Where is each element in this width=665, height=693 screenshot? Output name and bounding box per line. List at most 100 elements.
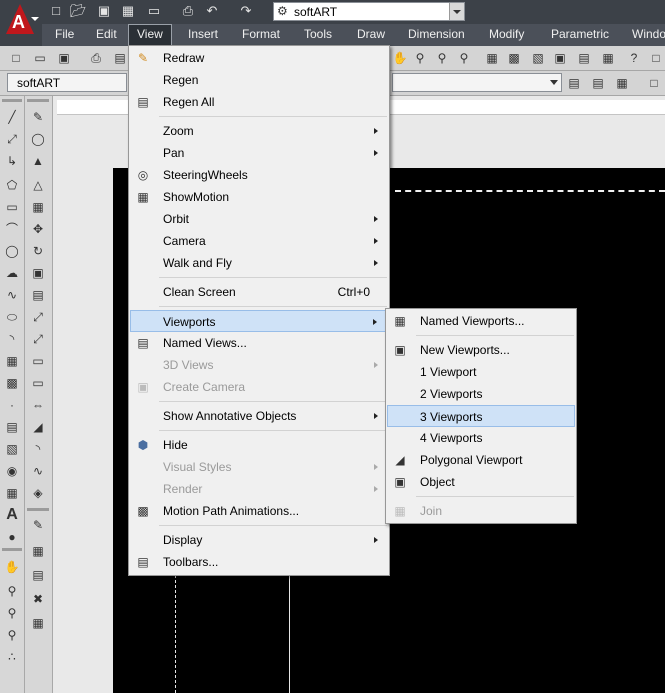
layer-previous-icon[interactable]: ▦ (614, 75, 630, 91)
viewports-menu-object[interactable]: ▣ Object (387, 471, 575, 493)
view-menu-camera[interactable]: Camera (130, 230, 388, 252)
stretch-icon[interactable]: ▤ (29, 286, 47, 304)
view-menu-hide[interactable]: ⬢ Hide (130, 434, 388, 456)
new-icon[interactable]: □ (48, 3, 64, 19)
design-center-icon[interactable]: ▩ (506, 50, 522, 66)
application-menu-button[interactable]: A (0, 0, 42, 46)
properties-icon[interactable]: ▦ (484, 50, 500, 66)
ellipse-arc-icon[interactable]: ◝ (3, 330, 21, 348)
circle-icon[interactable]: ◯ (3, 242, 21, 260)
make-block-icon[interactable]: ▩ (3, 374, 21, 392)
undo-icon[interactable]: ↶ (204, 3, 220, 19)
join-icon[interactable]: ⇔ (29, 396, 47, 414)
markup-icon[interactable]: ▤ (576, 50, 592, 66)
edit-hatch-icon[interactable]: ✎ (29, 516, 47, 534)
view-menu-clean-screen[interactable]: Clean Screen Ctrl+0 (130, 281, 388, 303)
polyline-icon[interactable]: ↳ (3, 152, 21, 170)
menu-draw[interactable]: Draw (349, 24, 393, 46)
zoom-window-icon[interactable]: ⚲ (434, 50, 450, 66)
view-menu-motion-path-animations[interactable]: ▩ Motion Path Animations... (130, 500, 388, 522)
view-menu-showmotion[interactable]: ▦ ShowMotion (130, 186, 388, 208)
add-selected-icon[interactable]: ● (3, 528, 21, 546)
redo-icon[interactable]: ↷ (238, 3, 254, 19)
spline-icon[interactable]: ∿ (3, 286, 21, 304)
menu-parametric[interactable]: Parametric (543, 24, 617, 46)
view-menu-pan[interactable]: Pan (130, 142, 388, 164)
walk-icon[interactable]: ∴ (3, 648, 21, 666)
viewports-menu-new-viewports[interactable]: ▣ New Viewports... (387, 339, 575, 361)
edit-polyline-icon[interactable]: ▦ (29, 542, 47, 560)
view-menu-steeringwheels[interactable]: ◎ SteeringWheels (130, 164, 388, 186)
menu-format[interactable]: Format (234, 24, 288, 46)
break-icon[interactable]: ▭ (29, 374, 47, 392)
construction-line-icon[interactable]: ⤢ (3, 130, 21, 148)
zoom-realtime-icon[interactable]: ⚲ (412, 50, 428, 66)
layer-state-icon[interactable]: ▤ (590, 75, 606, 91)
view-menu-regen-all[interactable]: ▤ Regen All (130, 91, 388, 113)
menu-window[interactable]: Windo (624, 24, 665, 46)
revision-cloud-icon[interactable]: ☁ (3, 264, 21, 282)
style-dropdown[interactable] (392, 73, 562, 92)
view-menu-visual-styles[interactable]: Visual Styles (130, 456, 388, 478)
rotate-icon[interactable]: ↻ (29, 242, 47, 260)
view-menu-render[interactable]: Render (130, 478, 388, 500)
help-icon[interactable]: ? (626, 50, 642, 66)
pan-icon[interactable]: ✋ (3, 558, 21, 576)
zoom-window-icon[interactable]: ⚲ (3, 604, 21, 622)
insert-block-icon[interactable]: ▦ (3, 352, 21, 370)
extend-icon[interactable]: ⤢ (29, 330, 47, 348)
move-icon[interactable]: ✥ (29, 220, 47, 238)
open-icon[interactable]: 📂︎ (70, 3, 87, 19)
menu-tools[interactable]: Tools (296, 24, 340, 46)
calculator-icon[interactable]: ▦ (600, 50, 616, 66)
menu-insert[interactable]: Insert (180, 24, 226, 46)
zoom-previous-icon[interactable]: ⚲ (456, 50, 472, 66)
break-at-point-icon[interactable]: ▭ (29, 352, 47, 370)
view-menu-redraw[interactable]: ✎ Redraw (130, 47, 388, 69)
view-menu-toolbars[interactable]: ▤ Toolbars... (130, 551, 388, 573)
rectangle-icon[interactable]: ▭ (3, 198, 21, 216)
edit-spline-icon[interactable]: ▤ (29, 566, 47, 584)
hatch-icon[interactable]: ▤ (3, 418, 21, 436)
plot-icon[interactable]: ⎙ (180, 3, 196, 19)
menu-dimension[interactable]: Dimension (400, 24, 473, 46)
publish-icon[interactable]: ▭ (146, 3, 162, 19)
new-icon[interactable]: □ (8, 50, 24, 66)
view-menu-orbit[interactable]: Orbit (130, 208, 388, 230)
checkbox-icon[interactable]: □ (646, 75, 662, 91)
view-menu-display[interactable]: Display (130, 529, 388, 551)
scale-icon[interactable]: ▣ (29, 264, 47, 282)
array-icon[interactable]: ▦ (29, 198, 47, 216)
pan-icon[interactable]: ✋ (392, 50, 408, 66)
viewports-menu-join[interactable]: ▦ Join (387, 500, 575, 522)
view-menu-walk-and-fly[interactable]: Walk and Fly (130, 252, 388, 274)
chevron-down-icon[interactable] (449, 3, 464, 20)
zoom-icon[interactable]: ⚲ (3, 582, 21, 600)
block-editor-icon[interactable]: ▦ (29, 614, 47, 632)
viewports-menu-4-viewports[interactable]: 4 Viewports (387, 427, 575, 449)
multiline-text-icon[interactable]: A (3, 506, 21, 524)
polygon-icon[interactable]: ⬠ (3, 176, 21, 194)
zoom-extents-icon[interactable]: ⚲ (3, 626, 21, 644)
viewports-menu-polygonal-viewport[interactable]: ◢ Polygonal Viewport (387, 449, 575, 471)
view-menu-regen[interactable]: Regen (130, 69, 388, 91)
line-icon[interactable]: ╱ (3, 108, 21, 126)
menu-edit[interactable]: Edit (88, 24, 125, 46)
trim-icon[interactable]: ⤢ (29, 308, 47, 326)
layer-dropdown[interactable]: softART (7, 73, 127, 92)
view-menu-show-annotative-objects[interactable]: Show Annotative Objects (130, 405, 388, 427)
menu-modify[interactable]: Modify (481, 24, 532, 46)
help-icon-2[interactable]: □ (648, 50, 664, 66)
offset-icon[interactable]: △ (29, 176, 47, 194)
region-icon[interactable]: ◉ (3, 462, 21, 480)
view-menu-zoom[interactable]: Zoom (130, 120, 388, 142)
sheet-set-icon[interactable]: ▣ (552, 50, 568, 66)
blend-curves-icon[interactable]: ∿ (29, 462, 47, 480)
viewports-menu-named-viewports[interactable]: ▦ Named Viewports... (387, 310, 575, 332)
copy-icon[interactable]: ◯ (29, 130, 47, 148)
arc-icon[interactable]: ⌒ (3, 220, 21, 238)
view-menu-named-views[interactable]: ▤ Named Views... (130, 332, 388, 354)
fillet-icon[interactable]: ◝ (29, 440, 47, 458)
ellipse-icon[interactable]: ⬭ (3, 308, 21, 326)
menu-view[interactable]: View (128, 24, 172, 45)
